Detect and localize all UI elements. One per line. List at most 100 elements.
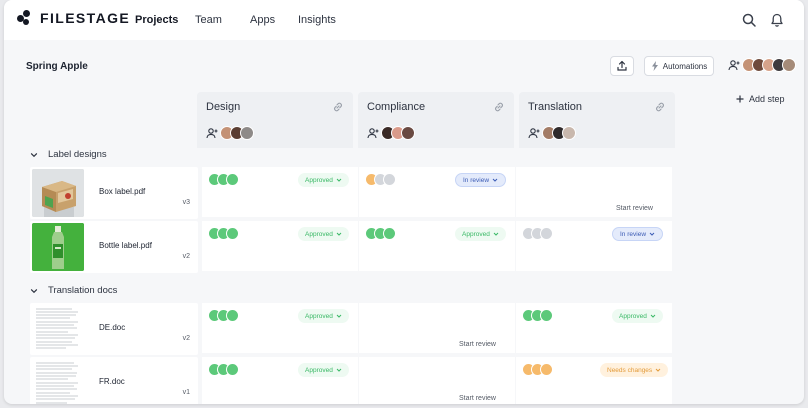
file-thumbnail — [32, 223, 84, 271]
review-cell[interactable]: Approved — [202, 303, 358, 353]
box-product-image — [32, 169, 84, 217]
chevron-down-icon — [650, 314, 656, 318]
avatar — [782, 58, 796, 72]
chevron-down-icon — [336, 314, 342, 318]
nav-apps[interactable]: Apps — [250, 14, 275, 26]
reviewer-status-dots — [208, 173, 239, 186]
app-window: FILESTAGE Projects Team Apps Insights Sp… — [4, 0, 804, 404]
step-reviewers[interactable] — [528, 126, 576, 140]
file-row[interactable]: DE.doc v2 — [30, 303, 198, 355]
review-cell[interactable]: Start review — [359, 303, 515, 353]
lightning-icon — [651, 61, 658, 71]
chevron-down-icon[interactable] — [30, 287, 38, 295]
reviewer-status-dots — [365, 173, 396, 186]
search-icon[interactable] — [741, 12, 757, 28]
status-badge-approved[interactable]: Approved — [298, 309, 349, 323]
file-name: Bottle label.pdf — [99, 241, 152, 250]
review-cell[interactable]: Approved — [202, 167, 358, 217]
status-badge-in-review[interactable]: In review — [612, 227, 664, 241]
automations-button[interactable]: Automations — [644, 56, 714, 76]
start-review-link[interactable]: Start review — [616, 205, 653, 212]
step-name: Design — [206, 101, 241, 113]
brand-logo[interactable]: FILESTAGE — [17, 10, 130, 26]
automations-label: Automations — [662, 61, 708, 71]
chevron-down-icon — [336, 232, 342, 236]
top-nav: FILESTAGE Projects Team Apps Insights — [4, 0, 804, 40]
reviewer-status-dots — [208, 363, 239, 376]
reviewer-status-dots — [522, 309, 553, 322]
status-badge-in-review[interactable]: In review — [455, 173, 507, 187]
chevron-down-icon — [649, 232, 655, 236]
group-header-translation-docs[interactable]: Translation docs — [30, 285, 117, 296]
group-header-label-designs[interactable]: Label designs — [30, 149, 107, 160]
status-badge-approved[interactable]: Approved — [298, 173, 349, 187]
link-icon[interactable] — [493, 101, 505, 113]
add-step-button[interactable]: Add step — [736, 94, 785, 104]
file-thumbnail — [32, 169, 84, 217]
group-title: Translation docs — [48, 285, 118, 296]
chevron-down-icon[interactable] — [30, 151, 38, 159]
status-badge-approved[interactable]: Approved — [455, 227, 506, 241]
step-header-translation[interactable]: Translation — [519, 92, 675, 148]
add-person-icon[interactable] — [728, 59, 740, 71]
project-team-avatars[interactable] — [728, 58, 796, 72]
add-step-label: Add step — [749, 94, 785, 104]
review-cell[interactable]: In review — [516, 221, 672, 271]
review-cell[interactable]: Needs changes — [516, 357, 672, 404]
review-cell[interactable]: In review — [359, 167, 515, 217]
file-row[interactable]: Box label.pdf v3 — [30, 167, 198, 219]
step-name: Compliance — [367, 101, 426, 113]
status-badge-needs-changes[interactable]: Needs changes — [600, 363, 669, 377]
reviewer-status-dots — [365, 227, 396, 240]
file-row[interactable]: FR.doc v1 — [30, 357, 198, 404]
file-version: v3 — [182, 199, 190, 206]
step-header-compliance[interactable]: Compliance — [358, 92, 514, 148]
add-person-icon[interactable] — [528, 127, 540, 139]
review-cell[interactable]: Approved — [516, 303, 672, 353]
add-person-icon[interactable] — [367, 127, 379, 139]
chevron-down-icon — [655, 368, 661, 372]
upload-icon — [617, 60, 627, 71]
file-row[interactable]: Bottle label.pdf v2 — [30, 221, 198, 273]
start-review-link[interactable]: Start review — [459, 395, 496, 402]
link-icon[interactable] — [654, 101, 666, 113]
reviewer-status-dots — [208, 227, 239, 240]
chevron-down-icon — [336, 368, 342, 372]
status-badge-approved[interactable]: Approved — [298, 227, 349, 241]
file-version: v1 — [182, 389, 190, 396]
start-review-link[interactable]: Start review — [459, 341, 496, 348]
step-reviewers[interactable] — [367, 126, 415, 140]
bottle-product-image — [32, 223, 84, 271]
document-preview-image — [32, 305, 84, 353]
avatar — [401, 126, 415, 140]
nav-projects[interactable]: Projects — [135, 14, 178, 26]
step-header-design[interactable]: Design — [197, 92, 353, 148]
status-badge-approved[interactable]: Approved — [612, 309, 663, 323]
file-thumbnail — [32, 359, 84, 404]
step-name: Translation — [528, 101, 583, 113]
group-title: Label designs — [48, 149, 107, 160]
link-icon[interactable] — [332, 101, 344, 113]
reviewer-status-dots — [522, 227, 553, 240]
document-preview-image — [32, 359, 84, 404]
chevron-down-icon — [336, 178, 342, 182]
bell-icon[interactable] — [769, 12, 785, 28]
file-version: v2 — [182, 335, 190, 342]
file-name: DE.doc — [99, 323, 126, 332]
chevron-down-icon — [493, 232, 499, 236]
brand-name: FILESTAGE — [40, 10, 131, 26]
export-button[interactable] — [610, 56, 634, 76]
step-reviewers[interactable] — [206, 126, 254, 140]
review-cell[interactable]: Approved — [202, 221, 358, 271]
review-cell[interactable]: Start review — [359, 357, 515, 404]
status-badge-approved[interactable]: Approved — [298, 363, 349, 377]
add-person-icon[interactable] — [206, 127, 218, 139]
nav-team[interactable]: Team — [195, 14, 222, 26]
review-cell[interactable]: Start review — [516, 167, 672, 217]
review-cell[interactable]: Approved — [359, 221, 515, 271]
file-version: v2 — [182, 253, 190, 260]
chevron-down-icon — [492, 178, 498, 182]
nav-insights[interactable]: Insights — [298, 14, 336, 26]
review-cell[interactable]: Approved — [202, 357, 358, 404]
reviewer-status-dots — [522, 363, 553, 376]
